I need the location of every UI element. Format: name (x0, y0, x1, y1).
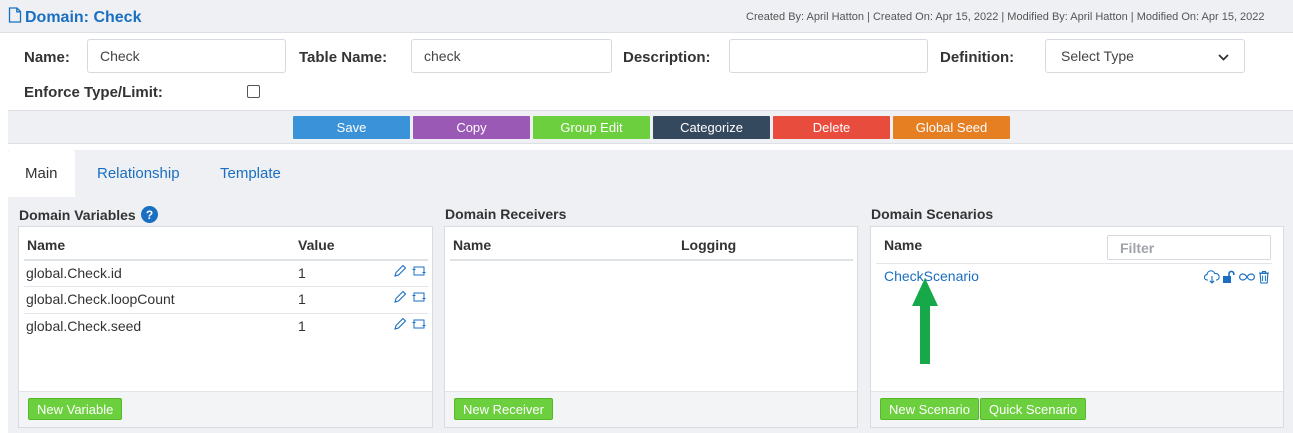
infinity-icon[interactable] (1239, 271, 1255, 286)
unlock-icon[interactable] (1222, 270, 1237, 287)
scenarios-panel: Name CheckScenario New Scenario Quick Sc… (870, 226, 1284, 428)
cloud-download-icon[interactable] (1203, 270, 1220, 287)
variable-name: global.Check.loopCount (26, 291, 175, 307)
variable-value: 1 (298, 265, 306, 281)
action-toolbar: Save Copy Group Edit Categorize Delete G… (8, 110, 1293, 144)
definition-selected-value: Select Type (1061, 48, 1134, 64)
table-row[interactable]: global.Check.id 1 (24, 259, 428, 286)
pencil-icon[interactable] (393, 264, 407, 281)
variables-col-value: Value (298, 237, 335, 253)
scenario-filter-input[interactable] (1107, 235, 1271, 260)
scenarios-col-name: Name (884, 237, 923, 253)
tab-main[interactable]: Main (8, 150, 75, 197)
table-name-label: Table Name: (299, 49, 388, 66)
svg-text:?: ? (146, 208, 153, 222)
variable-name: global.Check.id (26, 265, 122, 281)
variables-col-name: Name (27, 237, 66, 253)
quick-scenario-button[interactable]: Quick Scenario (980, 398, 1087, 420)
scenarios-header-divider (876, 263, 1272, 264)
variable-value: 1 (298, 318, 306, 334)
new-variable-button[interactable]: New Variable (28, 398, 123, 420)
trash-icon[interactable] (1258, 270, 1270, 287)
arrow-up-icon (911, 278, 939, 367)
pencil-icon[interactable] (393, 317, 407, 334)
table-name-input[interactable] (411, 39, 612, 73)
name-input[interactable] (87, 39, 286, 73)
variable-value: 1 (298, 291, 306, 307)
receivers-panel: Name Logging New Receiver (444, 226, 858, 428)
tab-bar: Main Relationship Template (8, 150, 1293, 197)
group-edit-button[interactable]: Group Edit (533, 116, 650, 139)
definition-label: Definition: (940, 49, 1015, 66)
tab-content: Domain Variables ? Name Value global.Che… (8, 197, 1293, 433)
audit-info: Created By: April Hatton | Created On: A… (746, 11, 1265, 23)
table-row[interactable]: global.Check.seed 1 (24, 313, 428, 340)
table-row[interactable]: global.Check.loopCount 1 (24, 286, 428, 313)
domain-form: Name: Table Name: Description: Definitio… (8, 34, 1293, 110)
expand-icon[interactable] (412, 290, 426, 307)
save-button[interactable]: Save (293, 116, 410, 139)
variable-name: global.Check.seed (26, 318, 142, 334)
page-title: Domain: Check (25, 8, 142, 26)
new-scenario-button[interactable]: New Scenario (880, 398, 979, 420)
receivers-footer: New Receiver (445, 391, 857, 427)
receivers-col-name: Name (453, 237, 492, 253)
categorize-button[interactable]: Categorize (653, 116, 770, 139)
delete-button[interactable]: Delete (773, 116, 890, 139)
definition-select[interactable]: Select Type (1045, 39, 1245, 73)
variables-panel: Name Value global.Check.id 1 global.Chec… (18, 226, 433, 428)
receivers-header-divider (450, 259, 853, 261)
tab-relationship[interactable]: Relationship (97, 150, 180, 197)
name-label: Name: (24, 49, 70, 66)
question-circle-icon[interactable]: ? (140, 206, 158, 223)
expand-icon[interactable] (412, 317, 426, 334)
scenarios-heading: Domain Scenarios (871, 206, 994, 222)
tab-template[interactable]: Template (220, 150, 281, 197)
description-label: Description: (623, 49, 711, 66)
title-bar: Domain: Check Created By: April Hatton |… (0, 0, 1293, 33)
receivers-col-logging: Logging (681, 237, 737, 253)
document-icon (8, 7, 25, 28)
enforce-checkbox[interactable] (247, 85, 260, 98)
global-seed-button[interactable]: Global Seed (893, 116, 1010, 139)
scenarios-footer: New Scenario Quick Scenario (871, 391, 1283, 427)
pencil-icon[interactable] (393, 290, 407, 307)
expand-icon[interactable] (412, 264, 426, 281)
variables-heading-wrap: Domain Variables ? (19, 206, 158, 223)
page-title-wrap: Domain: Check (8, 7, 141, 28)
description-input[interactable] (729, 39, 928, 73)
chevron-down-icon (1218, 48, 1229, 64)
new-receiver-button[interactable]: New Receiver (454, 398, 553, 420)
enforce-label: Enforce Type/Limit: (24, 84, 163, 101)
copy-button[interactable]: Copy (413, 116, 530, 139)
variables-footer: New Variable (19, 391, 432, 427)
receivers-heading: Domain Receivers (445, 206, 567, 222)
variables-heading: Domain Variables (19, 206, 136, 223)
